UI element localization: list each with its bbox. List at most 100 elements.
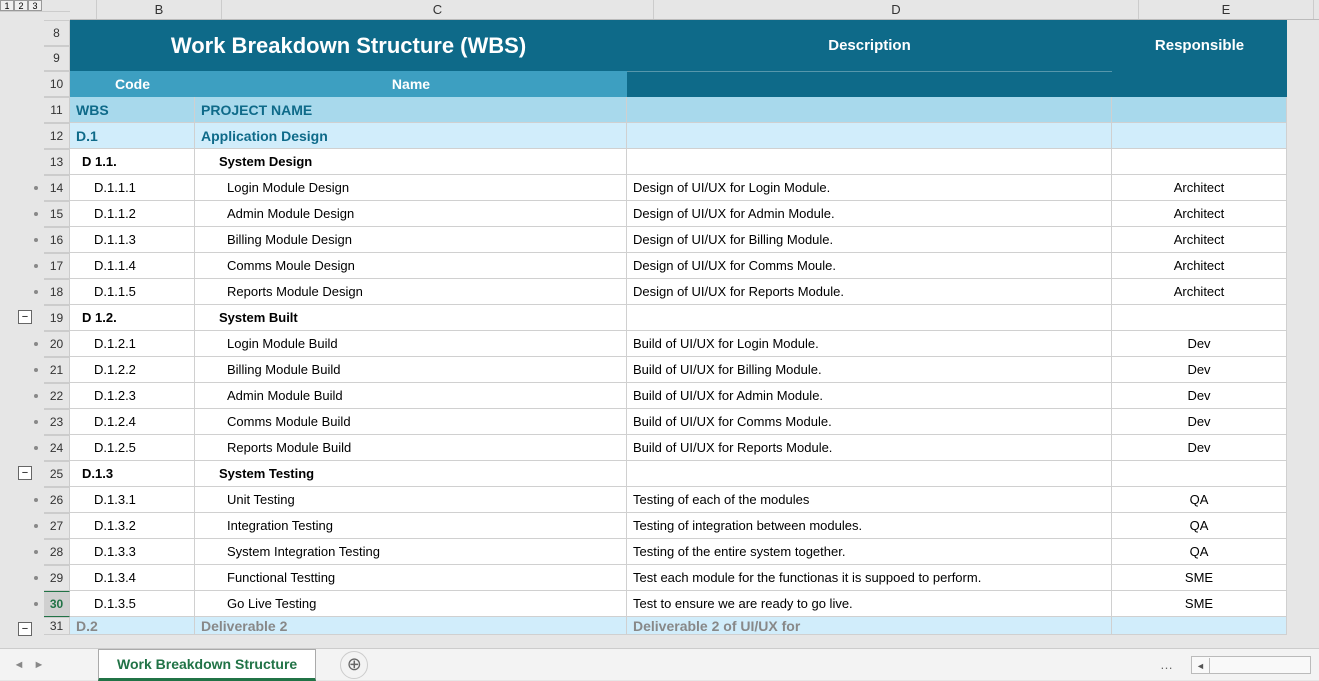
horizontal-scrollbar[interactable]: ◄ — [1191, 656, 1311, 674]
outline-collapse-button[interactable]: − — [18, 622, 32, 636]
cell-responsible[interactable]: Dev — [1112, 409, 1287, 435]
cell-code[interactable]: D.1.3.5 — [70, 591, 195, 617]
cell-responsible[interactable]: Architect — [1112, 253, 1287, 279]
add-sheet-button[interactable]: ⊕ — [340, 651, 368, 679]
row-header-25[interactable]: 25 — [44, 461, 70, 487]
outline-collapse-button[interactable]: − — [18, 466, 32, 480]
outline-level-1-button[interactable]: 1 — [0, 0, 14, 11]
cell-responsible[interactable] — [1112, 617, 1287, 635]
sheet-tab-wbs[interactable]: Work Breakdown Structure — [98, 649, 316, 681]
cell-code[interactable]: D.1.1.4 — [70, 253, 195, 279]
cell-name[interactable]: Unit Testing — [195, 487, 627, 513]
cell-responsible[interactable]: Dev — [1112, 357, 1287, 383]
column-header-e[interactable]: E — [1139, 0, 1314, 19]
cell-code[interactable]: D.1.2.1 — [70, 331, 195, 357]
row-header-23[interactable]: 23 — [44, 409, 70, 435]
cell-name[interactable]: System Built — [195, 305, 627, 331]
cell-responsible[interactable] — [1112, 461, 1287, 487]
row-header-21[interactable]: 21 — [44, 357, 70, 383]
cell-description[interactable]: Design of UI/UX for Login Module. — [627, 175, 1112, 201]
cell-description[interactable]: Testing of each of the modules — [627, 487, 1112, 513]
cell-name[interactable]: Comms Moule Design — [195, 253, 627, 279]
cell-code[interactable]: D.1.1.1 — [70, 175, 195, 201]
cell-name[interactable]: Billing Module Build — [195, 357, 627, 383]
cell-responsible[interactable] — [1112, 149, 1287, 175]
row-header-30[interactable]: 30 — [44, 591, 70, 617]
column-header-d[interactable]: D — [654, 0, 1139, 19]
cell-responsible[interactable]: Dev — [1112, 331, 1287, 357]
cell-description[interactable]: Build of UI/UX for Reports Module. — [627, 435, 1112, 461]
cell-responsible[interactable]: Dev — [1112, 435, 1287, 461]
cell-description[interactable] — [627, 97, 1112, 123]
row-header-18[interactable]: 18 — [44, 279, 70, 305]
cell-responsible[interactable]: SME — [1112, 565, 1287, 591]
cell-description[interactable] — [627, 305, 1112, 331]
row-header-28[interactable]: 28 — [44, 539, 70, 565]
cell-code[interactable]: D 1.1. — [70, 149, 195, 175]
cell-description[interactable]: Build of UI/UX for Admin Module. — [627, 383, 1112, 409]
cell-name[interactable]: Go Live Testing — [195, 591, 627, 617]
cell-code[interactable]: D.2 — [70, 617, 195, 635]
cell-name[interactable]: System Testing — [195, 461, 627, 487]
row-header-16[interactable]: 16 — [44, 227, 70, 253]
cell-code[interactable]: D.1.1.5 — [70, 279, 195, 305]
cell-name[interactable]: Functional Testting — [195, 565, 627, 591]
outline-collapse-button[interactable]: − — [18, 310, 32, 324]
cell-description[interactable] — [627, 461, 1112, 487]
cell-code[interactable]: WBS — [70, 97, 195, 123]
cell-code[interactable]: D.1 — [70, 123, 195, 149]
cell-description[interactable]: Testing of integration between modules. — [627, 513, 1112, 539]
cell-description[interactable]: Deliverable 2 of UI/UX for — [627, 617, 1112, 635]
cell-responsible[interactable]: Architect — [1112, 175, 1287, 201]
hscroll-left-button[interactable]: ◄ — [1192, 658, 1210, 674]
row-header-26[interactable]: 26 — [44, 487, 70, 513]
cell-code[interactable]: D.1.1.2 — [70, 201, 195, 227]
column-header-c[interactable]: C — [222, 0, 654, 19]
cell-name[interactable]: Application Design — [195, 123, 627, 149]
outline-level-3-button[interactable]: 3 — [28, 0, 42, 11]
cell-description[interactable]: Design of UI/UX for Billing Module. — [627, 227, 1112, 253]
row-header-19[interactable]: 19 — [44, 305, 70, 331]
cell-description[interactable]: Build of UI/UX for Billing Module. — [627, 357, 1112, 383]
row-header-10[interactable]: 10 — [44, 71, 70, 97]
cell-name[interactable]: System Integration Testing — [195, 539, 627, 565]
cell-name[interactable]: Reports Module Design — [195, 279, 627, 305]
cell-responsible[interactable]: QA — [1112, 539, 1287, 565]
row-header-14[interactable]: 14 — [44, 175, 70, 201]
row-header-17[interactable]: 17 — [44, 253, 70, 279]
cell-description[interactable]: Design of UI/UX for Comms Moule. — [627, 253, 1112, 279]
cell-name[interactable]: Admin Module Design — [195, 201, 627, 227]
cell-code[interactable]: D.1.2.5 — [70, 435, 195, 461]
row-header-22[interactable]: 22 — [44, 383, 70, 409]
cell-responsible[interactable]: QA — [1112, 487, 1287, 513]
row-header-29[interactable]: 29 — [44, 565, 70, 591]
cell-code[interactable]: D.1.3.1 — [70, 487, 195, 513]
cell-description[interactable]: Design of UI/UX for Admin Module. — [627, 201, 1112, 227]
cell-name[interactable]: Deliverable 2 — [195, 617, 627, 635]
cell-code[interactable]: D.1.2.4 — [70, 409, 195, 435]
cell-responsible[interactable]: QA — [1112, 513, 1287, 539]
cell-code[interactable]: D.1.3.3 — [70, 539, 195, 565]
cell-name[interactable]: PROJECT NAME — [195, 97, 627, 123]
cell-description[interactable]: Testing of the entire system together. — [627, 539, 1112, 565]
row-header-31[interactable]: 31 — [44, 617, 70, 635]
row-header-12[interactable]: 12 — [44, 123, 70, 149]
row-header-27[interactable]: 27 — [44, 513, 70, 539]
cell-description[interactable] — [627, 149, 1112, 175]
column-header-b[interactable]: B — [97, 0, 222, 19]
row-header-20[interactable]: 20 — [44, 331, 70, 357]
cell-code[interactable]: D.1.2.3 — [70, 383, 195, 409]
cell-description[interactable]: Build of UI/UX for Login Module. — [627, 331, 1112, 357]
cell-code[interactable]: D.1.3 — [70, 461, 195, 487]
cell-responsible[interactable]: Architect — [1112, 279, 1287, 305]
cell-name[interactable]: Comms Module Build — [195, 409, 627, 435]
cell-code[interactable]: D.1.3.2 — [70, 513, 195, 539]
cell-code[interactable]: D 1.2. — [70, 305, 195, 331]
cell-description[interactable]: Test each module for the functionas it i… — [627, 565, 1112, 591]
cell-responsible[interactable] — [1112, 123, 1287, 149]
row-header-13[interactable]: 13 — [44, 149, 70, 175]
cell-responsible[interactable] — [1112, 305, 1287, 331]
cell-responsible[interactable] — [1112, 97, 1287, 123]
cell-name[interactable]: Admin Module Build — [195, 383, 627, 409]
tab-options-button[interactable]: … — [1152, 657, 1183, 672]
